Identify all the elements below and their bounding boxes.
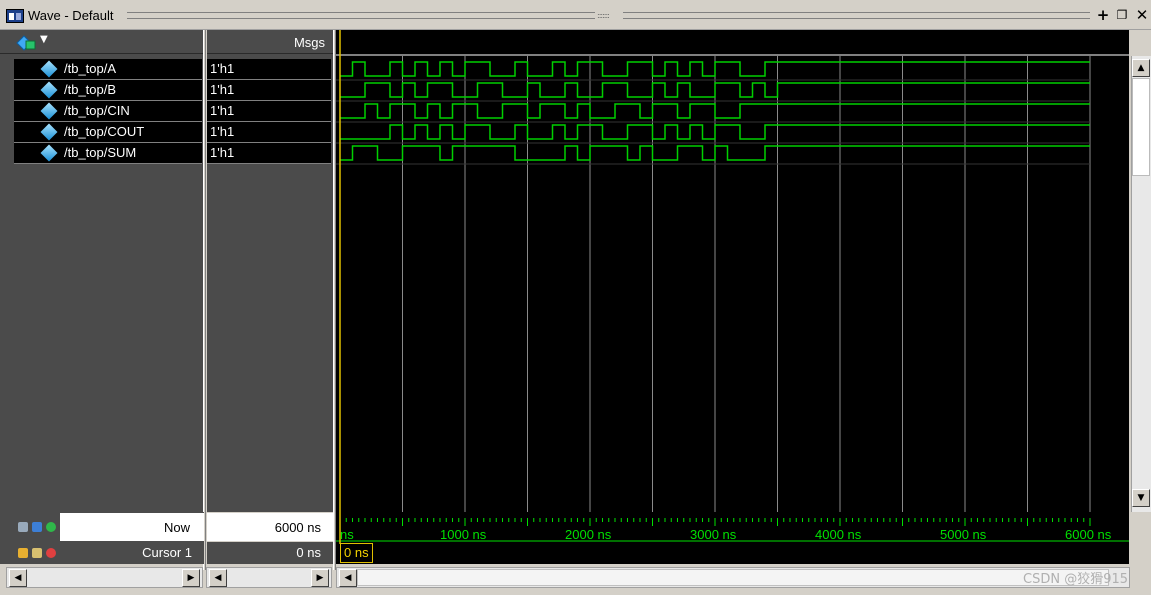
wave-window-icon bbox=[6, 9, 24, 23]
tick-label-4000: 4000 ns bbox=[815, 527, 862, 542]
scroll-up-icon[interactable]: ▲ bbox=[1132, 59, 1150, 77]
signal-name: /tb_top/COUT bbox=[64, 124, 145, 139]
signal-diamond-icon bbox=[40, 144, 58, 162]
waveform-b[interactable] bbox=[340, 82, 1090, 98]
now-row-icons bbox=[0, 513, 60, 541]
now-value-cell: 6000 ns bbox=[207, 513, 333, 541]
msgs-header: Msgs bbox=[207, 30, 333, 54]
waveform-canvas[interactable] bbox=[336, 30, 1129, 512]
lock-icon[interactable] bbox=[18, 548, 28, 558]
signal-value-cin[interactable]: 1'h1 bbox=[207, 101, 331, 122]
name-pane-hscroll[interactable]: ◀ ▶ bbox=[6, 567, 203, 588]
vertical-scrollbar[interactable]: ▲ ▼ bbox=[1131, 56, 1151, 512]
waveform-pane[interactable] bbox=[336, 30, 1129, 512]
scroll-right-icon[interactable]: ▶ bbox=[311, 569, 329, 587]
tick-label-6000: 6000 ns bbox=[1065, 527, 1112, 542]
undock-button[interactable]: ❐ bbox=[1114, 6, 1130, 24]
value-text: 1'h1 bbox=[210, 61, 235, 76]
waveform-cout[interactable] bbox=[340, 124, 1090, 140]
value-text: 1'h1 bbox=[210, 145, 235, 160]
waveform-a[interactable] bbox=[340, 61, 1090, 77]
window-title: Wave - Default bbox=[28, 8, 114, 23]
cursor-label: Cursor 1 bbox=[142, 545, 192, 560]
signal-name: /tb_top/B bbox=[64, 82, 117, 97]
cursor-value-cell[interactable]: 0 ns bbox=[207, 542, 333, 564]
chevron-down-icon[interactable]: ▼ bbox=[40, 34, 48, 45]
tick-label-2000: 2000 ns bbox=[565, 527, 612, 542]
signal-value-sum[interactable]: 1'h1 bbox=[207, 143, 331, 164]
signal-value-b[interactable]: 1'h1 bbox=[207, 80, 331, 101]
waveform-cin[interactable] bbox=[340, 103, 1090, 119]
wave-add-icon[interactable] bbox=[18, 522, 28, 532]
tick-label-1000: 1000 ns bbox=[440, 527, 487, 542]
value-text: 1'h1 bbox=[210, 82, 235, 97]
signal-diamond-icon bbox=[40, 81, 58, 99]
signal-value-cout[interactable]: 1'h1 bbox=[207, 122, 331, 143]
signal-row-sum[interactable]: /tb_top/SUM bbox=[14, 143, 202, 164]
cursor-1-row[interactable]: Cursor 1 bbox=[0, 542, 204, 564]
scroll-down-icon[interactable]: ▼ bbox=[1132, 489, 1150, 507]
signal-row-a[interactable]: /tb_top/A bbox=[14, 59, 202, 80]
wave-tool-icon[interactable] bbox=[16, 35, 36, 51]
now-label: Now bbox=[163, 520, 190, 535]
signal-diamond-icon bbox=[40, 102, 58, 120]
title-grip-left[interactable] bbox=[127, 12, 595, 19]
tick-label-5000: 5000 ns bbox=[940, 527, 987, 542]
signal-row-b[interactable]: /tb_top/B bbox=[14, 80, 202, 101]
signal-name-list: /tb_top/A /tb_top/B /tb_top/CIN /tb_top/… bbox=[14, 59, 202, 509]
scroll-left-icon[interactable]: ◀ bbox=[339, 569, 357, 587]
value-text: 1'h1 bbox=[210, 124, 235, 139]
watermark: CSDN @狡猾915 bbox=[1023, 572, 1129, 587]
pane-splitter-1[interactable] bbox=[203, 30, 206, 570]
name-pane-header: ▼ bbox=[0, 30, 204, 54]
wave-group-icon[interactable] bbox=[32, 522, 42, 532]
signal-diamond-icon bbox=[40, 123, 58, 141]
title-grip-right[interactable] bbox=[623, 12, 1090, 19]
title-bar[interactable]: Wave - Default ::::::: + ❐ ✕ bbox=[0, 0, 1151, 30]
signal-name: /tb_top/CIN bbox=[64, 103, 130, 118]
dock-button[interactable]: + bbox=[1095, 6, 1111, 24]
scroll-right-icon[interactable]: ▶ bbox=[182, 569, 200, 587]
cursor-value: 0 ns bbox=[296, 545, 321, 560]
timeline-ruler[interactable]: ns 1000 ns 2000 ns 3000 ns 4000 ns 5000 … bbox=[336, 512, 1129, 564]
scroll-left-icon[interactable]: ◀ bbox=[209, 569, 227, 587]
horizontal-scroll-thumb[interactable] bbox=[357, 569, 1109, 586]
add-cursor-icon[interactable] bbox=[46, 522, 56, 532]
signal-name: /tb_top/SUM bbox=[64, 145, 137, 160]
msgs-label: Msgs bbox=[293, 35, 325, 50]
signal-name: /tb_top/A bbox=[64, 61, 117, 76]
grip-dots-icon[interactable]: ::::::: bbox=[597, 11, 621, 20]
signal-row-cin[interactable]: /tb_top/CIN bbox=[14, 101, 202, 122]
tick-label-0: ns bbox=[340, 527, 354, 542]
cursor-row-icons bbox=[0, 542, 60, 564]
timeline-corner bbox=[1131, 512, 1151, 564]
wave-window: Wave - Default ::::::: + ❐ ✕ ▼ /tb_top/A… bbox=[0, 0, 1151, 595]
signal-row-cout[interactable]: /tb_top/COUT bbox=[14, 122, 202, 143]
wrench-icon[interactable] bbox=[32, 548, 42, 558]
value-pane-hscroll[interactable]: ◀ ▶ bbox=[206, 567, 332, 588]
value-text: 1'h1 bbox=[210, 103, 235, 118]
tick-label-3000: 3000 ns bbox=[690, 527, 737, 542]
signal-value-a[interactable]: 1'h1 bbox=[207, 59, 331, 80]
signal-diamond-icon bbox=[40, 60, 58, 78]
wave-pane-hscroll[interactable]: ◀ bbox=[336, 567, 1130, 588]
now-row: Now bbox=[0, 513, 204, 541]
cursor-time-box[interactable]: 0 ns bbox=[340, 543, 373, 563]
remove-cursor-icon[interactable] bbox=[46, 548, 56, 558]
waveform-sum[interactable] bbox=[340, 145, 1090, 161]
close-button[interactable]: ✕ bbox=[1134, 6, 1150, 24]
now-value: 6000 ns bbox=[274, 520, 321, 535]
scroll-left-icon[interactable]: ◀ bbox=[9, 569, 27, 587]
vertical-scroll-thumb[interactable] bbox=[1132, 78, 1150, 176]
